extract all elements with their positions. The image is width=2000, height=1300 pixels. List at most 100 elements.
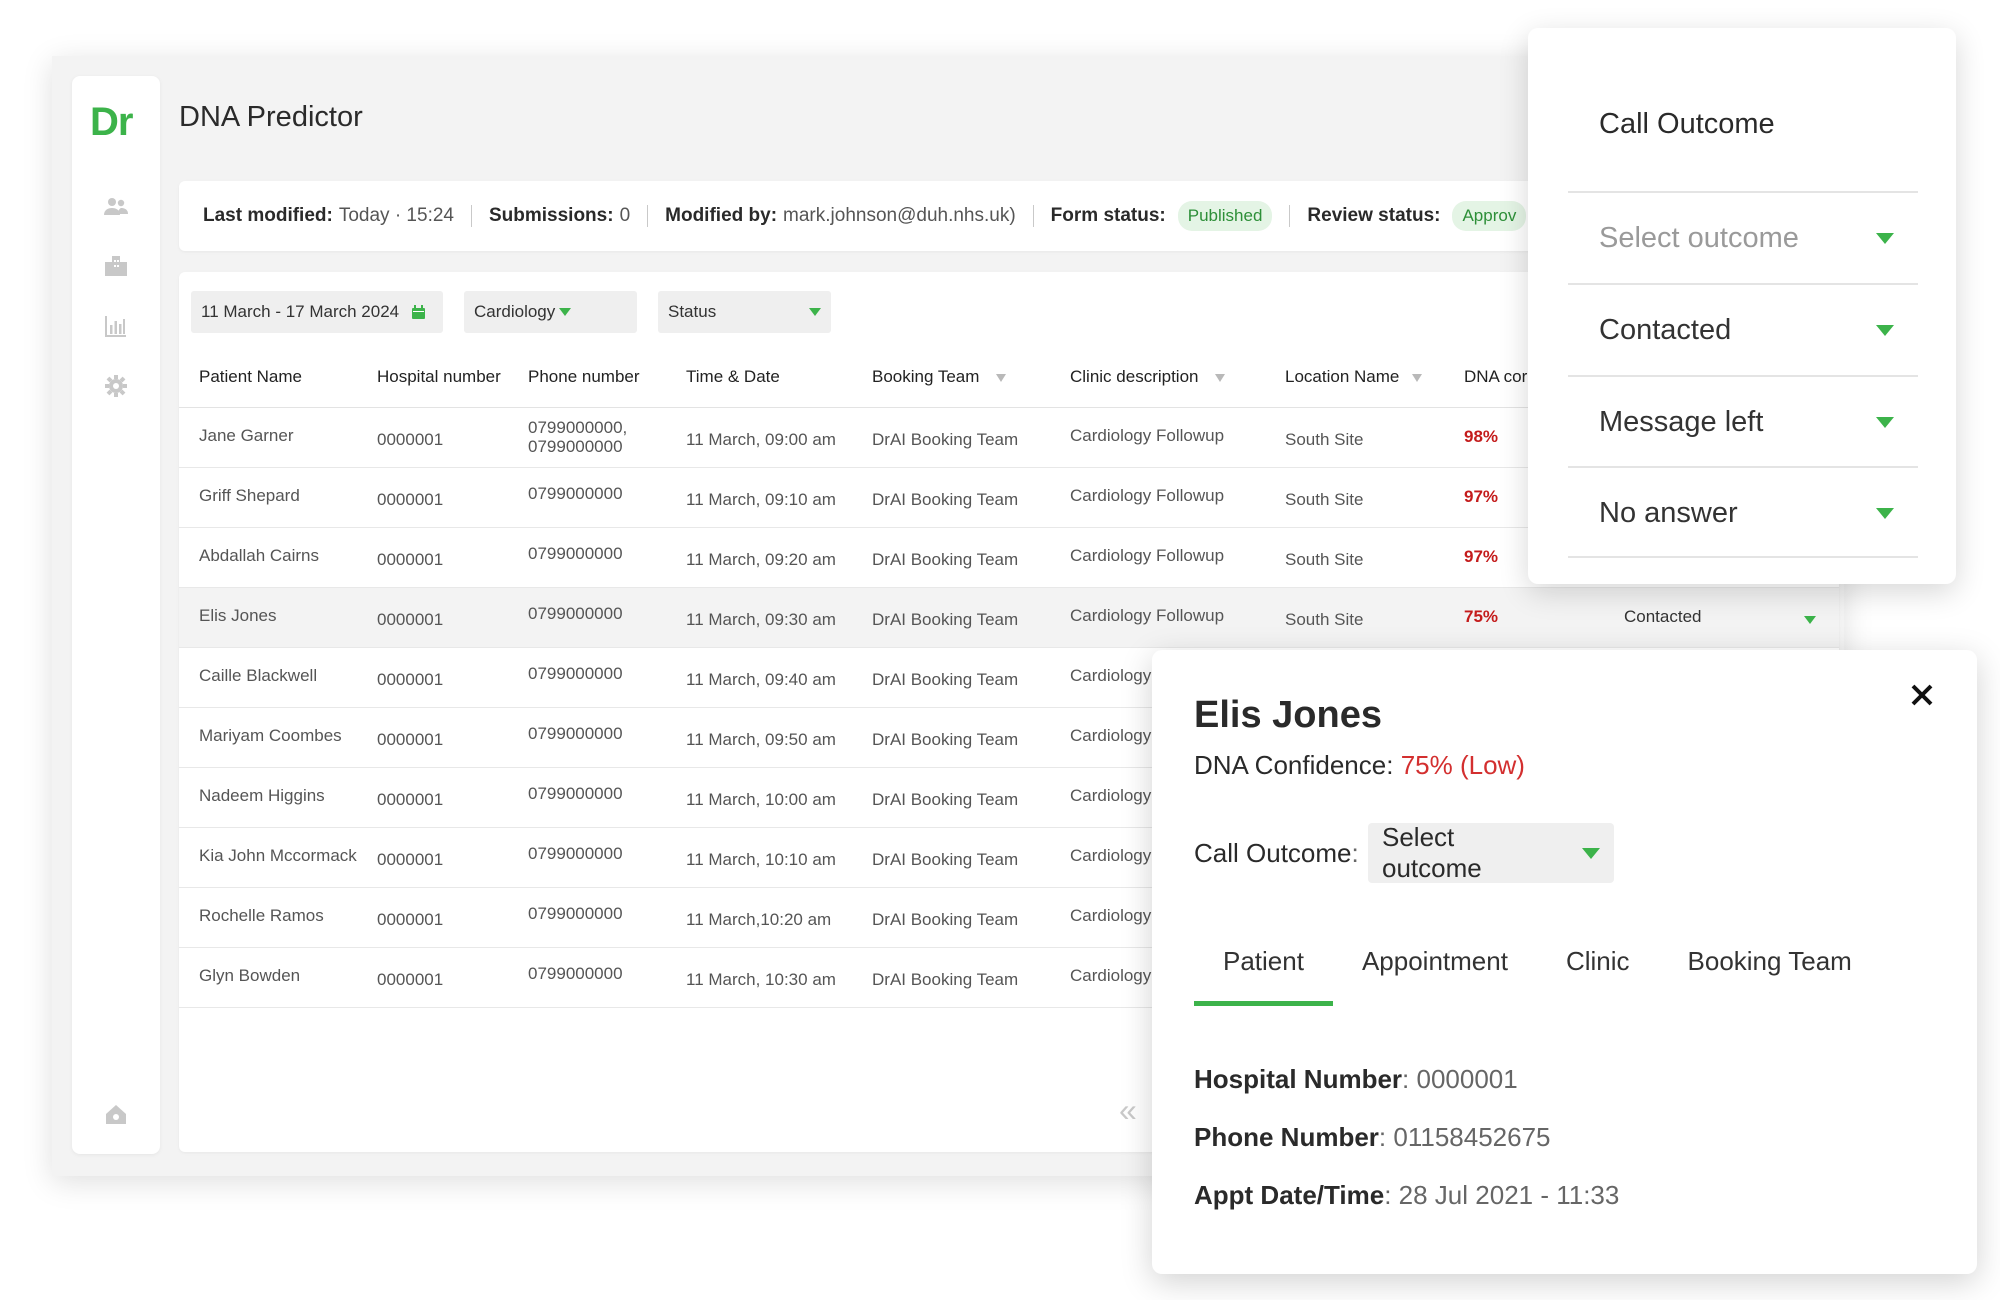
tab-appointment[interactable]: Appointment — [1333, 946, 1537, 1006]
booking-team-cell: DrAI Booking Team — [852, 647, 1050, 708]
hospital-number-cell: 0000001 — [357, 707, 508, 768]
outcome-option-label: Select outcome — [1599, 221, 1799, 254]
form-status-badge: Published — [1177, 201, 1273, 231]
booking-team-cell: DrAI Booking Team — [852, 767, 1050, 828]
dna-confidence: DNA Confidence: 75% (Low) — [1194, 750, 1525, 781]
gear-icon[interactable] — [102, 372, 130, 400]
hospital-number-cell: 0000001 — [357, 947, 508, 1008]
hospital-number-cell: 0000001 — [357, 767, 508, 828]
date-range-filter[interactable]: 11 March - 17 March 2024 — [191, 291, 443, 333]
column-header-phone-number[interactable]: Phone number — [508, 347, 666, 408]
booking-team-cell: DrAI Booking Team — [852, 947, 1050, 1008]
call-outcome-label-colon: : — [1351, 838, 1359, 868]
phone-number-cell: 0799000000 — [508, 587, 666, 648]
location-name-cell: South Site — [1265, 407, 1444, 468]
divider — [1289, 205, 1291, 227]
close-icon[interactable] — [1907, 680, 1937, 710]
review-status-label: Review status: — [1307, 205, 1441, 226]
phone-number: 0799000000 — [528, 603, 623, 623]
call-outcome-select[interactable]: Select outcome — [1368, 822, 1614, 883]
hospital-number-cell: 0000001 — [357, 887, 508, 948]
home-icon[interactable] — [102, 1100, 130, 1128]
logo: Dr — [90, 100, 133, 144]
divider — [470, 205, 472, 227]
hospital-number-field: Hospital Number: 0000001 — [1194, 1064, 1518, 1095]
calendar-icon — [412, 304, 426, 319]
time-date-cell: 11 March, 09:10 am — [666, 467, 852, 528]
divider — [1032, 205, 1034, 227]
tab-patient[interactable]: Patient — [1194, 946, 1333, 1006]
form-status: Form status: Published — [1051, 201, 1273, 231]
users-icon[interactable] — [102, 193, 130, 221]
outcome-option-contacted[interactable]: Contacted — [1568, 283, 1918, 375]
phone-number: 0799000000 — [528, 723, 623, 743]
hospital-number-cell: 0000001 — [357, 407, 508, 468]
outcome-option-label: No answer — [1599, 496, 1738, 529]
filter-icon[interactable] — [1215, 373, 1226, 382]
submissions-value: 0 — [619, 205, 631, 226]
table-row[interactable]: Elis Jones 0000001 0799000000 11 March, 09:… — [179, 587, 1839, 648]
last-modified: Last modified: Today · 15:24 — [203, 205, 454, 227]
hospital-number-label: Hospital Number — [1194, 1064, 1403, 1094]
phone-number-cell: 0799000000 — [508, 947, 666, 1008]
phone-number-label: Phone Number — [1194, 1122, 1379, 1152]
column-header-booking-team[interactable]: Booking Team — [852, 347, 1050, 408]
modified-by-value: mark.johnson@duh.nhs.uk) — [783, 205, 1016, 226]
modified-by-label: Modified by: — [665, 205, 778, 226]
call-outcome-cell[interactable]: Contacted — [1624, 607, 1804, 627]
phone-number-cell: 0799000000 — [508, 767, 666, 828]
outcome-option-no-answer[interactable]: No answer — [1568, 466, 1918, 558]
chevron-down-icon — [1876, 507, 1894, 519]
status-filter[interactable]: Status — [658, 291, 831, 333]
outcome-option-message-left[interactable]: Message left — [1568, 375, 1918, 467]
filter-icon[interactable] — [1412, 373, 1423, 382]
phone-number: 0799000000 — [528, 783, 623, 803]
column-header-patient-name[interactable]: Patient Name — [179, 347, 357, 408]
patient-name-cell: Elis Jones — [179, 587, 357, 648]
call-outcome-field-label: Call Outcome: — [1194, 838, 1359, 869]
tab-clinic[interactable]: Clinic — [1537, 946, 1659, 1006]
hospital-number-cell: 0000001 — [357, 587, 508, 648]
column-header-clinic-description[interactable]: Clinic description — [1050, 347, 1265, 408]
phone-number-cell: 0799000000 — [508, 647, 666, 708]
building-icon[interactable] — [102, 252, 130, 280]
column-header-time-date[interactable]: Time & Date — [666, 347, 852, 408]
booking-team-cell: DrAI Booking Team — [852, 407, 1050, 468]
patient-name: Elis Jones — [1194, 694, 1382, 736]
time-date-cell: 11 March, 10:00 am — [666, 767, 852, 828]
tab-booking-team[interactable]: Booking Team — [1659, 946, 1881, 1006]
chevron-down-icon — [1876, 324, 1894, 336]
chevron-down-icon — [559, 308, 572, 316]
first-page-icon[interactable]: « — [1119, 1092, 1137, 1129]
divider — [1568, 556, 1918, 558]
filter-icon[interactable] — [996, 373, 1007, 382]
patient-name-cell: Jane Garner — [179, 407, 357, 468]
chevron-down-icon[interactable] — [1804, 616, 1816, 624]
clinic-header-label: Clinic description — [1070, 366, 1199, 386]
page-title: DNA Predictor — [179, 101, 363, 133]
divider — [647, 205, 649, 227]
hospital-number-cell: 0000001 — [357, 467, 508, 528]
column-header-location-name[interactable]: Location Name — [1265, 347, 1444, 408]
patient-name-cell: Kia John Mccormack — [179, 827, 357, 888]
phone-number: 0799000000 — [528, 843, 623, 863]
location-name-cell: South Site — [1265, 467, 1444, 528]
dna-confidence-value: 75% — [1464, 607, 1499, 626]
booking-team-cell: DrAI Booking Team — [852, 527, 1050, 588]
phone-number: 0799000000 — [528, 663, 623, 683]
booking-team-header-label: Booking Team — [872, 366, 980, 386]
chevron-down-icon — [809, 308, 821, 316]
patient-name-cell: Rochelle Ramos — [179, 887, 357, 948]
appointment-datetime-label: Appt Date/Time — [1194, 1180, 1385, 1210]
patient-name-cell: Glyn Bowden — [179, 947, 357, 1008]
specialty-filter[interactable]: Cardiology — [464, 291, 637, 333]
bar-chart-icon[interactable] — [102, 312, 130, 340]
time-date-cell: 11 March,10:20 am — [666, 887, 852, 948]
column-header-hospital-number[interactable]: Hospital number — [357, 347, 508, 408]
phone-number-value: : 01158452675 — [1378, 1122, 1551, 1152]
submissions: Submissions: 0 — [489, 205, 630, 227]
outcome-option-select[interactable]: Select outcome — [1568, 191, 1918, 283]
phone-number: 0799000000 — [528, 543, 623, 563]
status-filter-label: Status — [668, 302, 717, 321]
location-name-cell: South Site — [1265, 527, 1444, 588]
